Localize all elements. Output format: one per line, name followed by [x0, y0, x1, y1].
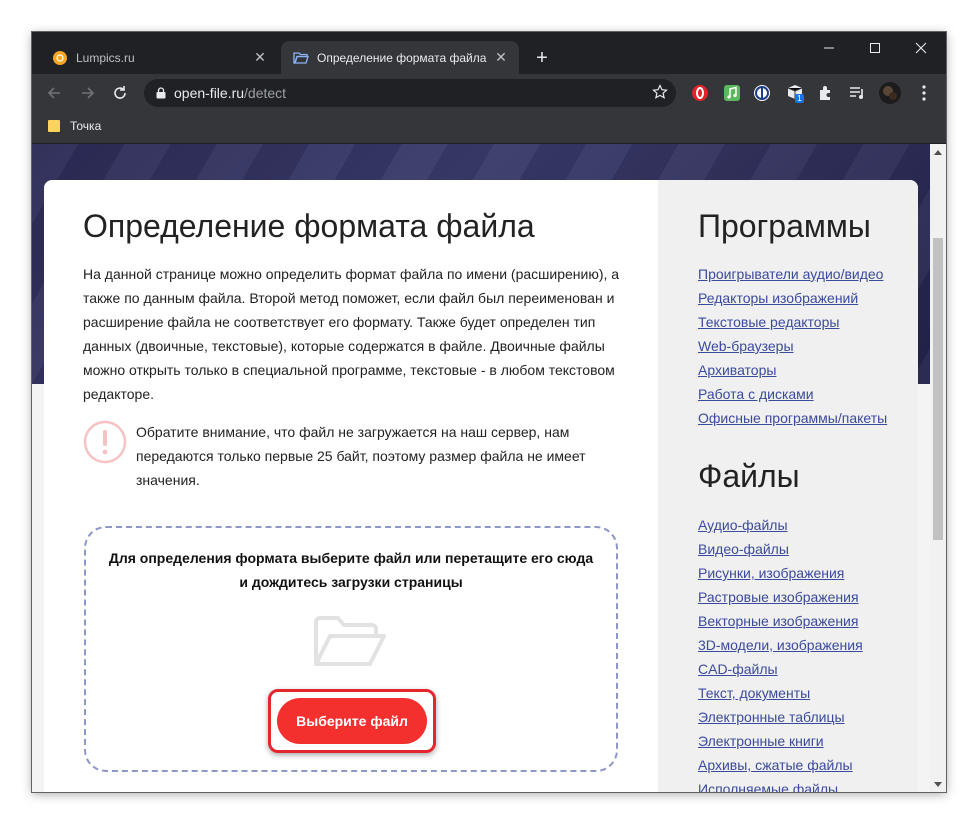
tab-close-icon[interactable]: ✕ — [250, 48, 270, 68]
folder-open-icon — [293, 50, 309, 66]
sidebar-link-3d-models[interactable]: 3D-модели, изображения — [698, 633, 863, 657]
tab-close-icon[interactable]: ✕ — [491, 48, 511, 68]
bookmarks-bar: Точка — [32, 112, 946, 144]
minimize-button[interactable] — [806, 32, 852, 64]
tab-strip: Lumpics.ru ✕ Определение формата файла ✕… — [32, 32, 946, 74]
dropzone-text: Для определения формата выберите файл ил… — [108, 550, 594, 590]
reload-icon[interactable] — [106, 79, 134, 107]
page-title: Определение формата файла — [83, 208, 535, 244]
tab-label: Определение формата файла — [317, 50, 487, 65]
bookmark-label: Точка — [70, 119, 102, 133]
menu-kebab-icon[interactable] — [914, 83, 934, 103]
bookmark-folder-tochka[interactable]: Точка — [48, 119, 101, 133]
vertical-scrollbar[interactable] — [930, 144, 946, 792]
files-list: Аудио-файлы Видео-файлы Рисунки, изображ… — [698, 513, 863, 792]
url-path: /detect — [244, 85, 287, 101]
sidebar-link-audio-files[interactable]: Аудио-файлы — [698, 513, 863, 537]
sidebar-link-raster-images[interactable]: Растровые изображения — [698, 585, 863, 609]
music-extension-icon[interactable] — [722, 83, 742, 103]
exclamation-icon — [83, 420, 127, 464]
page-viewport: Определение формата файла На данной стра… — [32, 144, 930, 792]
tab-open-file[interactable]: Определение формата файла ✕ — [281, 41, 519, 74]
sidebar: Программы Проигрыватели аудио/видео Реда… — [658, 180, 918, 792]
browser-toolbar: open-file.ru /detect 1 — [32, 74, 946, 112]
folder-icon — [48, 120, 60, 132]
file-dropzone[interactable]: Для определения формата выберите файл ил… — [84, 526, 618, 772]
programs-list: Проигрыватели аудио/видео Редакторы изоб… — [698, 262, 887, 430]
sidebar-link-ebooks[interactable]: Электронные книги — [698, 729, 863, 753]
sidebar-link-spreadsheets[interactable]: Электронные таблицы — [698, 705, 863, 729]
sidebar-link-image-editors[interactable]: Редакторы изображений — [698, 286, 887, 310]
media-queue-icon[interactable] — [847, 83, 867, 103]
browser-window: Lumpics.ru ✕ Определение формата файла ✕… — [32, 32, 946, 792]
vpn-extension-icon[interactable] — [752, 83, 772, 103]
close-window-button[interactable] — [898, 32, 944, 64]
url-host: open-file.ru — [174, 85, 245, 101]
intro-text: На данной странице можно определить форм… — [83, 266, 620, 402]
sidebar-link-archives[interactable]: Архивы, сжатые файлы — [698, 753, 863, 777]
scrollbar-thumb[interactable] — [933, 238, 943, 540]
opera-extension-icon[interactable] — [690, 83, 710, 103]
sidebar-link-office-suites[interactable]: Офисные программы/пакеты — [698, 406, 887, 430]
programs-heading: Программы — [698, 208, 871, 244]
sidebar-link-pictures[interactable]: Рисунки, изображения — [698, 561, 863, 585]
extension-badge: 1 — [797, 94, 802, 103]
lock-icon — [156, 87, 166, 99]
select-file-button[interactable]: Выберите файл — [277, 698, 427, 744]
address-bar[interactable]: open-file.ru /detect — [144, 79, 676, 107]
notice-text: Обратите внимание, что файл не загружает… — [136, 424, 586, 488]
select-file-highlight: Выберите файл — [268, 689, 436, 753]
sidebar-link-vector-images[interactable]: Векторные изображения — [698, 609, 863, 633]
tab-lumpics[interactable]: Lumpics.ru ✕ — [40, 41, 278, 74]
notice-block: Обратите внимание, что файл не загружает… — [83, 420, 623, 492]
sidebar-link-executables[interactable]: Исполняемые файлы — [698, 777, 863, 792]
maximize-button[interactable] — [852, 32, 898, 64]
sidebar-link-audio-video-players[interactable]: Проигрыватели аудио/видео — [698, 262, 887, 286]
sidebar-link-text-documents[interactable]: Текст, документы — [698, 681, 863, 705]
bookmark-star-icon[interactable] — [652, 84, 668, 103]
sidebar-link-web-browsers[interactable]: Web-браузеры — [698, 334, 887, 358]
sidebar-link-video-files[interactable]: Видео-файлы — [698, 537, 863, 561]
sidebar-link-cad-files[interactable]: CAD-файлы — [698, 657, 863, 681]
folder-open-icon — [312, 614, 390, 677]
scroll-up-arrow-icon[interactable] — [930, 144, 946, 160]
content-card: Определение формата файла На данной стра… — [44, 180, 918, 792]
forward-arrow-icon[interactable] — [74, 79, 102, 107]
tab-label: Lumpics.ru — [76, 50, 135, 65]
files-heading: Файлы — [698, 458, 800, 494]
scroll-down-arrow-icon[interactable] — [930, 776, 946, 792]
back-arrow-icon[interactable] — [40, 79, 68, 107]
sidebar-link-disk-tools[interactable]: Работа с дисками — [698, 382, 887, 406]
profile-avatar[interactable] — [878, 81, 902, 105]
puzzle-extensions-icon[interactable] — [816, 83, 836, 103]
lumpics-favicon-icon — [52, 50, 68, 66]
sidebar-link-archivers[interactable]: Архиваторы — [698, 358, 887, 382]
sidebar-link-text-editors[interactable]: Текстовые редакторы — [698, 310, 887, 334]
new-tab-button[interactable]: + — [530, 46, 554, 70]
box-extension-icon[interactable]: 1 — [785, 83, 805, 103]
